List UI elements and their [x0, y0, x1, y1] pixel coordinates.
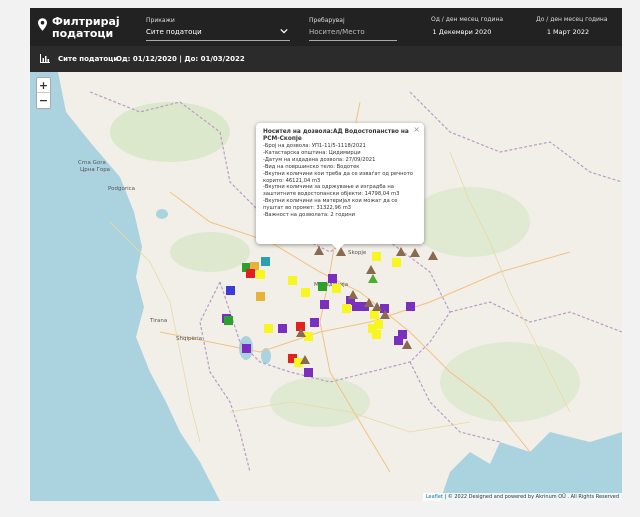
place-label: Tirana — [150, 318, 168, 324]
place-label: Podgorica — [108, 186, 136, 192]
popup-line: -Вкупни количини кои треба да се изваѓат… — [263, 170, 413, 184]
permit-marker[interactable] — [304, 368, 313, 377]
permit-popup: × Носител на дозвола:АД Водостопанство н… — [256, 123, 424, 250]
permit-marker[interactable] — [342, 304, 351, 313]
app-frame: Филтрирај податоци Прикажи Сите податоци… — [30, 8, 622, 501]
popup-line: -Вкупни количини за одржување и изградба… — [263, 184, 400, 198]
place-label: Црна Гора — [80, 167, 111, 173]
from-date-label: Од / ден месец година — [431, 16, 504, 23]
show-label: Прикажи — [146, 17, 175, 24]
popup-line: -Датум на издадена дозвола: 27/09/2021 — [263, 156, 376, 163]
search-input[interactable] — [309, 24, 397, 41]
show-select-value: Сите податоци — [146, 28, 202, 36]
permit-marker[interactable] — [374, 320, 383, 329]
permit-marker[interactable] — [288, 276, 297, 285]
permit-marker[interactable] — [300, 355, 310, 364]
place-label: Skopje — [348, 250, 367, 256]
permit-marker[interactable] — [261, 257, 270, 266]
zoom-out-button[interactable]: − — [37, 93, 50, 108]
filter-title: Филтрирај податоци — [38, 16, 122, 40]
place-label: Shqipëria — [176, 336, 203, 342]
permit-marker[interactable] — [226, 286, 235, 295]
map-view[interactable]: Crna Gora Црна Гора Podgorica Shqipëria … — [30, 72, 622, 501]
permit-marker[interactable] — [224, 316, 233, 325]
search-label: Пребарувај — [309, 17, 345, 24]
permit-marker[interactable] — [301, 288, 310, 297]
location-pin-icon — [38, 18, 47, 31]
map-attribution: Leaflet | © 2022 Designed and powered by… — [422, 493, 622, 501]
to-date-label: До / ден месец година — [536, 16, 608, 23]
chevron-down-icon — [280, 28, 288, 34]
bar-chart-icon — [40, 54, 50, 63]
popup-line: -Важност на дозволата: 2 години — [263, 212, 356, 219]
permit-marker[interactable] — [368, 274, 378, 283]
popup-line: -Вид на површинско тело: Водотек — [263, 163, 360, 170]
permit-marker[interactable] — [246, 269, 255, 278]
filter-bar: Филтрирај податоци Прикажи Сите податоци… — [30, 8, 622, 46]
permit-marker[interactable] — [366, 265, 376, 274]
attribution-text: | © 2022 Designed and powered by Akrinum… — [442, 494, 619, 500]
permit-marker[interactable] — [372, 330, 381, 339]
permit-marker[interactable] — [296, 328, 306, 337]
summary-bar: Сите податоци Од: 01/12/2020 | До: 01/03… — [30, 46, 622, 71]
zoom-in-button[interactable]: + — [37, 78, 50, 93]
popup-close-button[interactable]: × — [413, 125, 420, 134]
permit-marker[interactable] — [410, 248, 420, 257]
permit-marker[interactable] — [314, 246, 324, 255]
to-date-value[interactable]: 1 Март 2022 — [523, 28, 613, 36]
leaflet-link[interactable]: Leaflet — [426, 494, 443, 500]
summary-date-range: Од: 01/12/2020 | До: 01/03/2022 — [116, 55, 245, 63]
permit-marker[interactable] — [278, 324, 287, 333]
show-select[interactable]: Сите податоци — [146, 24, 290, 41]
permit-marker[interactable] — [402, 340, 412, 349]
permit-marker[interactable] — [328, 274, 337, 283]
from-date-value[interactable]: 1 Декември 2020 — [417, 28, 507, 36]
popup-line: -Катастарска општина: Цидимирци — [263, 149, 361, 156]
permit-marker[interactable] — [318, 282, 327, 291]
permit-marker[interactable] — [370, 310, 379, 319]
permit-marker[interactable] — [392, 258, 401, 267]
permit-marker[interactable] — [372, 252, 381, 261]
permit-marker[interactable] — [406, 302, 415, 311]
popup-line: -Број на дозвола: УП1-11/5-1118/2021 — [263, 143, 366, 149]
permit-marker[interactable] — [310, 318, 319, 327]
summary-label: Сите податоци — [58, 55, 119, 63]
permit-marker[interactable] — [320, 300, 329, 309]
zoom-control: + − — [36, 77, 51, 109]
popup-line: -Вкупни количини на материјал кои можат … — [263, 198, 398, 212]
permit-marker[interactable] — [396, 247, 406, 256]
place-label: Crna Gora — [78, 160, 106, 166]
permit-marker[interactable] — [348, 290, 358, 299]
popup-title: Носител на дозвола:АД Водостопанство на … — [263, 129, 409, 142]
popup-tip — [332, 244, 344, 250]
permit-marker[interactable] — [256, 270, 265, 279]
permit-marker[interactable] — [256, 292, 265, 301]
permit-marker[interactable] — [242, 344, 251, 353]
permit-marker[interactable] — [264, 324, 273, 333]
permit-marker[interactable] — [428, 251, 438, 260]
permit-marker[interactable] — [332, 284, 341, 293]
permit-marker[interactable] — [380, 310, 390, 319]
filter-title-text: Филтрирај податоци — [52, 15, 120, 40]
